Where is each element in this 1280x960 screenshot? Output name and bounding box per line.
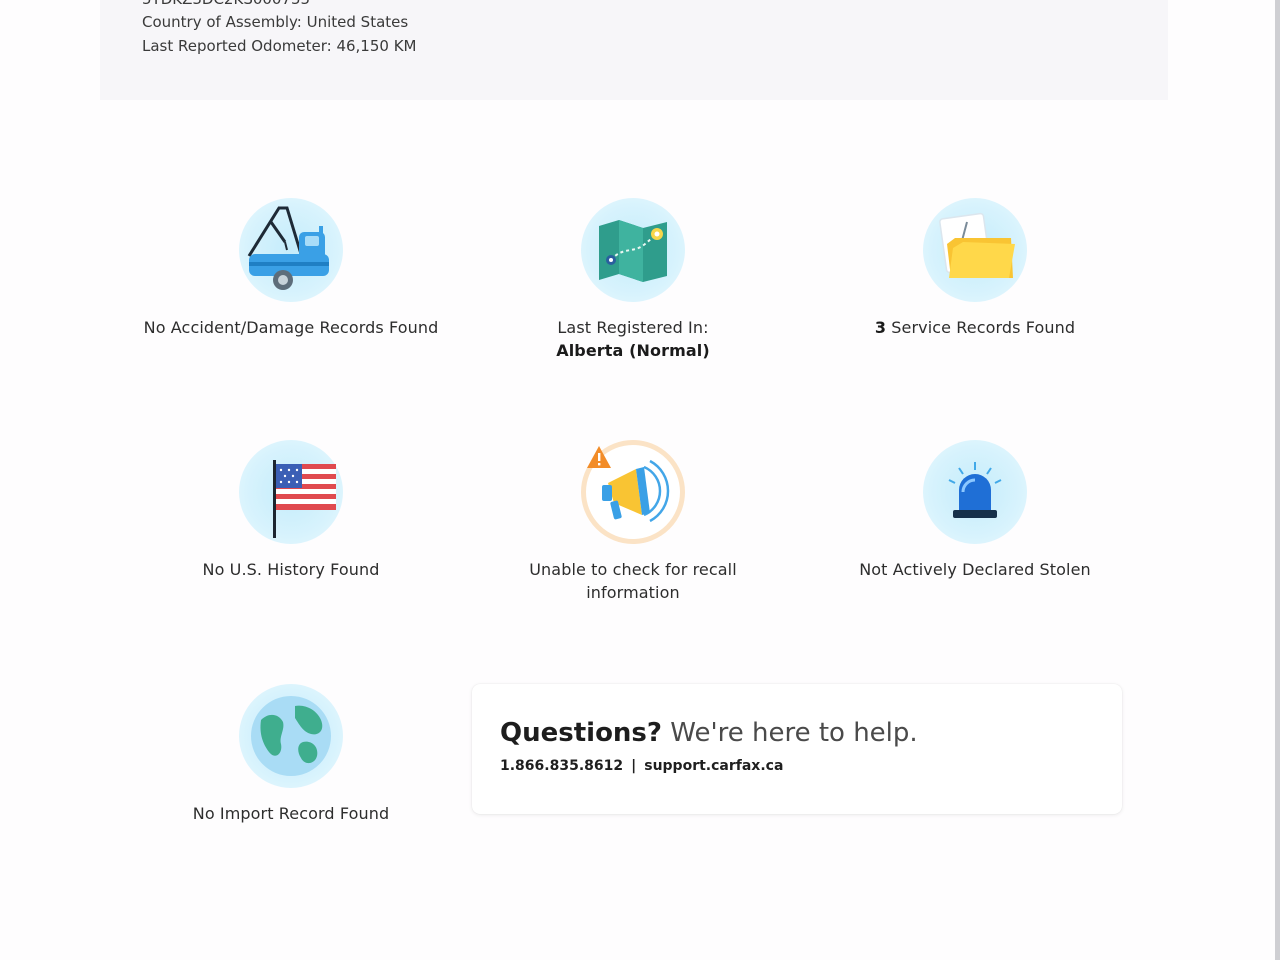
- odometer-value: 46,150 KM: [336, 37, 417, 55]
- stolen-status-text: Not Actively Declared Stolen: [859, 560, 1091, 579]
- help-title-rest: We're here to help.: [670, 718, 918, 748]
- help-contact: 1.866.835.8612 | support.carfax.ca: [500, 758, 783, 774]
- contact-separator: |: [631, 758, 637, 774]
- tow-truck-icon: [239, 198, 343, 302]
- help-title: Questions? We're here to help.: [500, 718, 918, 748]
- country-label: Country of Assembly:: [142, 13, 302, 31]
- country-value: United States: [306, 13, 409, 31]
- accident-record-tile[interactable]: No Accident/Damage Records Found: [121, 198, 461, 339]
- megaphone-icon: [581, 440, 685, 544]
- import-record-label: No Import Record Found: [121, 802, 461, 825]
- recall-text-line1: Unable to check for recall: [529, 560, 737, 579]
- globe-icon: [239, 684, 343, 788]
- vin-number: 5TDKZ3DC2KS000755: [142, 0, 310, 8]
- stolen-status-tile[interactable]: Not Actively Declared Stolen: [805, 440, 1145, 581]
- registration-heading: Last Registered In:: [557, 318, 709, 337]
- warning-icon: [587, 446, 611, 468]
- us-history-text: No U.S. History Found: [202, 560, 380, 579]
- registration-province: Alberta (Normal): [556, 341, 710, 360]
- import-record-text: No Import Record Found: [192, 804, 390, 823]
- folder-icon: [923, 198, 1027, 302]
- stolen-status-label: Not Actively Declared Stolen: [805, 558, 1145, 581]
- service-records-tile[interactable]: 3 Service Records Found: [805, 198, 1145, 339]
- import-record-tile[interactable]: No Import Record Found: [121, 684, 461, 825]
- country-of-assembly: Country of Assembly: United States: [142, 13, 408, 31]
- help-title-bold: Questions?: [500, 718, 662, 748]
- registration-label: Last Registered In: Alberta (Normal): [463, 316, 803, 362]
- us-history-tile[interactable]: No U.S. History Found: [121, 440, 461, 581]
- service-records-count: 3: [874, 318, 887, 337]
- map-icon: [581, 198, 685, 302]
- scrollbar-track[interactable]: [1275, 0, 1280, 960]
- recall-tile[interactable]: Unable to check for recall information: [463, 440, 803, 604]
- last-reported-odometer: Last Reported Odometer: 46,150 KM: [142, 37, 417, 55]
- registration-tile[interactable]: Last Registered In: Alberta (Normal): [463, 198, 803, 362]
- us-history-label: No U.S. History Found: [121, 558, 461, 581]
- siren-icon: [923, 440, 1027, 544]
- accident-label: No Accident/Damage Records Found: [121, 316, 461, 339]
- vehicle-summary-card: 5TDKZ3DC2KS000755 Country of Assembly: U…: [100, 0, 1168, 100]
- service-records-text: Service Records Found: [891, 318, 1076, 337]
- us-flag-icon: [239, 440, 343, 544]
- recall-text-line2: information: [586, 583, 680, 602]
- phone-link[interactable]: 1.866.835.8612: [500, 758, 623, 774]
- support-website-link[interactable]: support.carfax.ca: [644, 758, 783, 774]
- help-card: Questions? We're here to help. 1.866.835…: [472, 684, 1122, 814]
- service-records-label: 3 Service Records Found: [805, 316, 1145, 339]
- odometer-label: Last Reported Odometer:: [142, 37, 332, 55]
- recall-label: Unable to check for recall information: [463, 558, 803, 604]
- accident-text: No Accident/Damage Records Found: [143, 318, 439, 337]
